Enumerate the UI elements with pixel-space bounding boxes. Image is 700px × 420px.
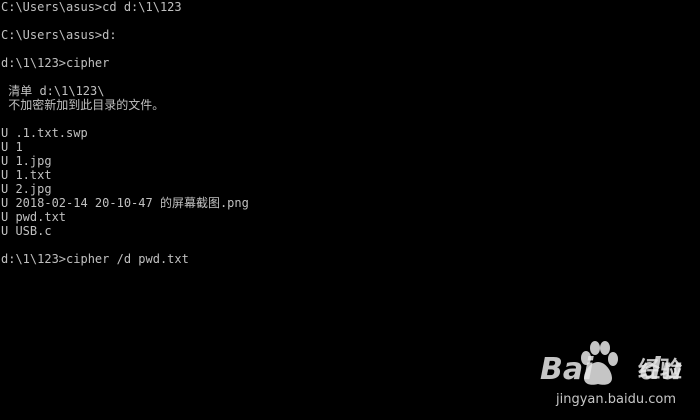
- console-file-entry: U 1.txt: [1, 168, 52, 182]
- console-line-drive-change: C:\Users\asus>d:: [1, 28, 117, 42]
- console-line-listing-note: 不加密新加到此目录的文件。: [1, 98, 165, 112]
- console-file-entry: U USB.c: [1, 224, 52, 238]
- console-line-listing-title: 清单 d:\1\123\: [1, 84, 105, 98]
- console-line-current-command: d:\1\123>cipher /d pwd.txt: [1, 252, 189, 266]
- console-file-entry: U 2018-02-14 20-10-47 的屏幕截图.png: [1, 196, 249, 210]
- watermark-url: jingyan.baidu.com: [556, 392, 676, 407]
- console-line-cipher: d:\1\123>cipher: [1, 56, 110, 70]
- console-file-entry: U 2.jpg: [1, 182, 52, 196]
- console-file-entry: U .1.txt.swp: [1, 126, 88, 140]
- console-line-cd: C:\Users\asus>cd d:\1\123: [1, 0, 182, 14]
- console-file-entry: U 1.jpg: [1, 154, 52, 168]
- baidu-paw-icon: [581, 341, 618, 385]
- watermark-jingyan: 经验: [638, 358, 683, 383]
- baidu-jingyan-watermark: Bai du 经验 jingyan.baidu.com: [536, 340, 696, 414]
- console-file-entry: U pwd.txt: [1, 210, 67, 224]
- console-file-entry: U 1: [1, 140, 23, 154]
